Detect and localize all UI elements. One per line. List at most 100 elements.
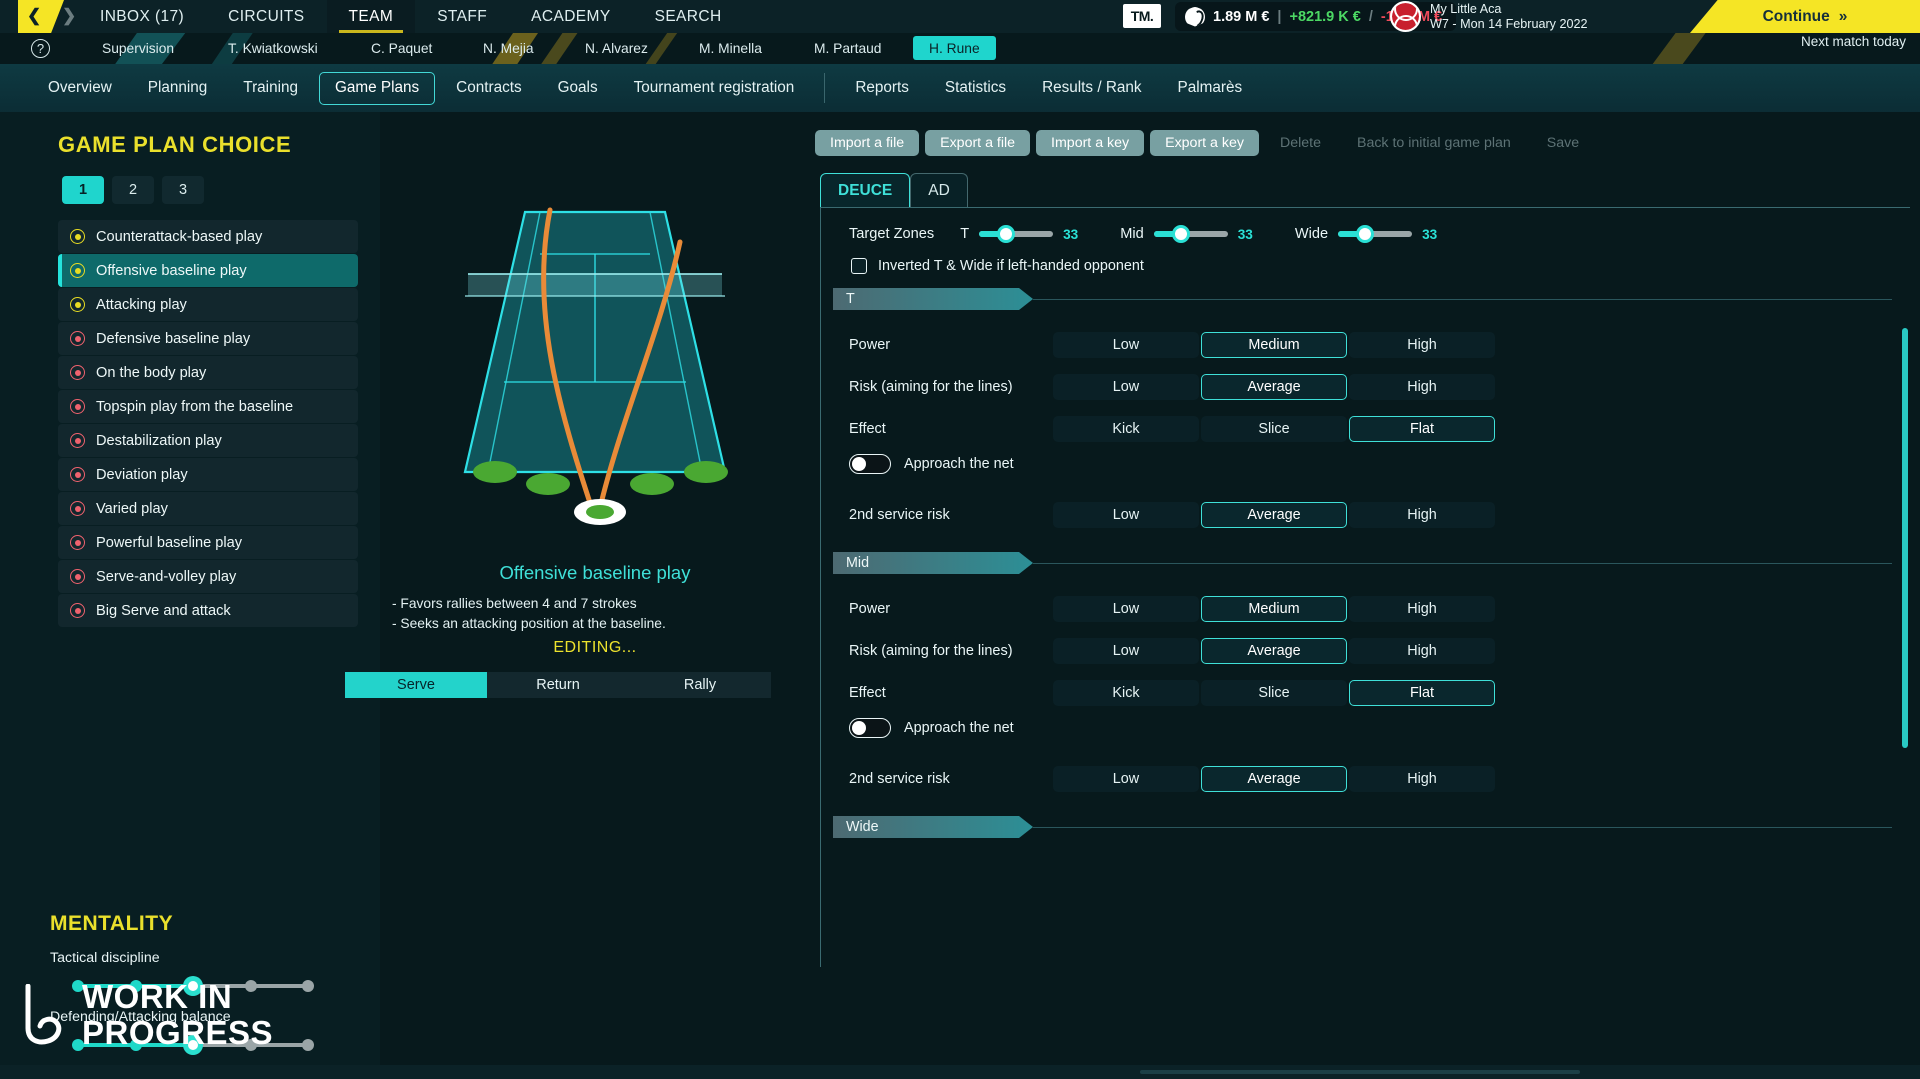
second-serve-low-button[interactable]: Low — [1053, 502, 1199, 528]
slider-knob[interactable] — [1356, 225, 1374, 243]
game-plan-item[interactable]: Powerful baseline play — [58, 526, 358, 559]
target-zone-slider[interactable] — [1154, 226, 1228, 242]
option-kick-button[interactable]: Kick — [1053, 416, 1199, 442]
top-nav-search[interactable]: SEARCH — [633, 0, 744, 33]
nav-toggle-group[interactable]: ❮ ❯ — [0, 0, 78, 33]
tab-goals[interactable]: Goals — [543, 72, 613, 105]
phase-tab-rally[interactable]: Rally — [629, 672, 771, 698]
tab-results-rank[interactable]: Results / Rank — [1027, 72, 1156, 105]
option-high-button[interactable]: High — [1349, 332, 1495, 358]
approach-net-toggle-row[interactable]: Approach the net — [849, 454, 1014, 474]
second-serve-low-button[interactable]: Low — [1053, 766, 1199, 792]
game-plan-item[interactable]: Offensive baseline play — [58, 254, 358, 287]
tab-statistics[interactable]: Statistics — [930, 72, 1021, 105]
top-nav-inbox[interactable]: INBOX (17) — [78, 0, 206, 33]
option-low-button[interactable]: Low — [1053, 596, 1199, 622]
top-nav-team[interactable]: TEAM — [327, 0, 416, 33]
radio-icon[interactable] — [70, 433, 85, 448]
radio-icon[interactable] — [70, 365, 85, 380]
slider-knob[interactable] — [1172, 225, 1190, 243]
option-high-button[interactable]: High — [1349, 374, 1495, 400]
slider-step-5[interactable] — [302, 1039, 314, 1051]
player-tab-c-paquet[interactable]: C. Paquet — [371, 36, 432, 60]
option-flat-button[interactable]: Flat — [1349, 680, 1495, 706]
radio-icon[interactable] — [70, 467, 85, 482]
radio-icon[interactable] — [70, 263, 85, 278]
option-kick-button[interactable]: Kick — [1053, 680, 1199, 706]
radio-icon[interactable] — [70, 603, 85, 618]
game-plan-item[interactable]: Serve-and-volley play — [58, 560, 358, 593]
chevron-left-icon[interactable]: ❮ — [27, 6, 41, 26]
tab-training[interactable]: Training — [228, 72, 313, 105]
option-medium-button[interactable]: Medium — [1201, 332, 1347, 358]
game-plan-item[interactable]: Defensive baseline play — [58, 322, 358, 355]
player-tab-t-kwiatkowski[interactable]: T. Kwiatkowski — [228, 36, 318, 60]
option-low-button[interactable]: Low — [1053, 638, 1199, 664]
top-nav-staff[interactable]: STAFF — [415, 0, 509, 33]
tab-game-plans[interactable]: Game Plans — [319, 72, 435, 105]
radio-icon[interactable] — [70, 229, 85, 244]
option-high-button[interactable]: High — [1349, 596, 1495, 622]
player-tab-m-minella[interactable]: M. Minella — [699, 36, 762, 60]
plan-slot-3[interactable]: 3 — [162, 176, 204, 204]
approach-net-toggle-row[interactable]: Approach the net — [849, 718, 1014, 738]
tab-reports[interactable]: Reports — [840, 72, 924, 105]
tab-overview[interactable]: Overview — [33, 72, 127, 105]
game-plan-item[interactable]: Varied play — [58, 492, 358, 525]
slider-step-5[interactable] — [302, 980, 314, 992]
second-serve-high-button[interactable]: High — [1349, 502, 1495, 528]
second-serve-high-button[interactable]: High — [1349, 766, 1495, 792]
radio-icon[interactable] — [70, 399, 85, 414]
toggle-switch[interactable] — [849, 454, 891, 474]
player-tab-supervision[interactable]: Supervision — [102, 36, 174, 60]
player-tab-n-mejia[interactable]: N. Mejia — [483, 36, 534, 60]
radio-icon[interactable] — [70, 501, 85, 516]
player-tab-m-partaud[interactable]: M. Partaud — [814, 36, 881, 60]
phase-tab-serve[interactable]: Serve — [345, 672, 487, 698]
target-zone-slider[interactable] — [1338, 226, 1412, 242]
player-tab-n-alvarez[interactable]: N. Alvarez — [585, 36, 648, 60]
game-plan-item[interactable]: Deviation play — [58, 458, 358, 491]
top-nav-academy[interactable]: ACADEMY — [509, 0, 632, 33]
option-slice-button[interactable]: Slice — [1201, 680, 1347, 706]
option-average-button[interactable]: Average — [1201, 638, 1347, 664]
tab-planning[interactable]: Planning — [133, 72, 223, 105]
side-tab-ad[interactable]: AD — [910, 173, 968, 207]
second-serve-average-button[interactable]: Average — [1201, 766, 1347, 792]
radio-icon[interactable] — [70, 331, 85, 346]
continue-button[interactable]: Continue » — [1690, 0, 1920, 33]
inverted-zones-checkbox[interactable]: Inverted T & Wide if left-handed opponen… — [851, 258, 1144, 274]
toggle-switch[interactable] — [849, 718, 891, 738]
radio-icon[interactable] — [70, 535, 85, 550]
player-tab-h-rune[interactable]: H. Rune — [913, 36, 996, 60]
export-a-file-button[interactable]: Export a file — [925, 130, 1030, 156]
tab-palmar-s[interactable]: Palmarès — [1163, 72, 1258, 105]
game-plan-item[interactable]: Big Serve and attack — [58, 594, 358, 627]
slider-knob[interactable] — [997, 225, 1015, 243]
option-flat-button[interactable]: Flat — [1349, 416, 1495, 442]
target-zone-slider[interactable] — [979, 226, 1053, 242]
radio-icon[interactable] — [70, 297, 85, 312]
import-a-key-button[interactable]: Import a key — [1036, 130, 1144, 156]
option-medium-button[interactable]: Medium — [1201, 596, 1347, 622]
option-low-button[interactable]: Low — [1053, 332, 1199, 358]
option-high-button[interactable]: High — [1349, 638, 1495, 664]
settings-scrollbar[interactable] — [1902, 328, 1908, 967]
side-tab-deuce[interactable]: DEUCE — [820, 173, 910, 207]
game-plan-item[interactable]: Counterattack-based play — [58, 220, 358, 253]
second-serve-average-button[interactable]: Average — [1201, 502, 1347, 528]
plan-slot-2[interactable]: 2 — [112, 176, 154, 204]
tab-tournament-registration[interactable]: Tournament registration — [619, 72, 810, 105]
club-info[interactable]: My Little Aca W7 - Mon 14 February 2022 — [1390, 1, 1588, 32]
game-plan-item[interactable]: Destabilization play — [58, 424, 358, 457]
checkbox-icon[interactable] — [851, 258, 867, 274]
top-nav-circuits[interactable]: CIRCUITS — [206, 0, 326, 33]
chevron-right-icon[interactable]: ❯ — [62, 6, 76, 26]
export-a-key-button[interactable]: Export a key — [1150, 130, 1259, 156]
plan-slot-1[interactable]: 1 — [62, 176, 104, 204]
tab-contracts[interactable]: Contracts — [441, 72, 536, 105]
game-plan-item[interactable]: On the body play — [58, 356, 358, 389]
radio-icon[interactable] — [70, 569, 85, 584]
option-average-button[interactable]: Average — [1201, 374, 1347, 400]
scrollbar-thumb[interactable] — [1902, 328, 1908, 748]
